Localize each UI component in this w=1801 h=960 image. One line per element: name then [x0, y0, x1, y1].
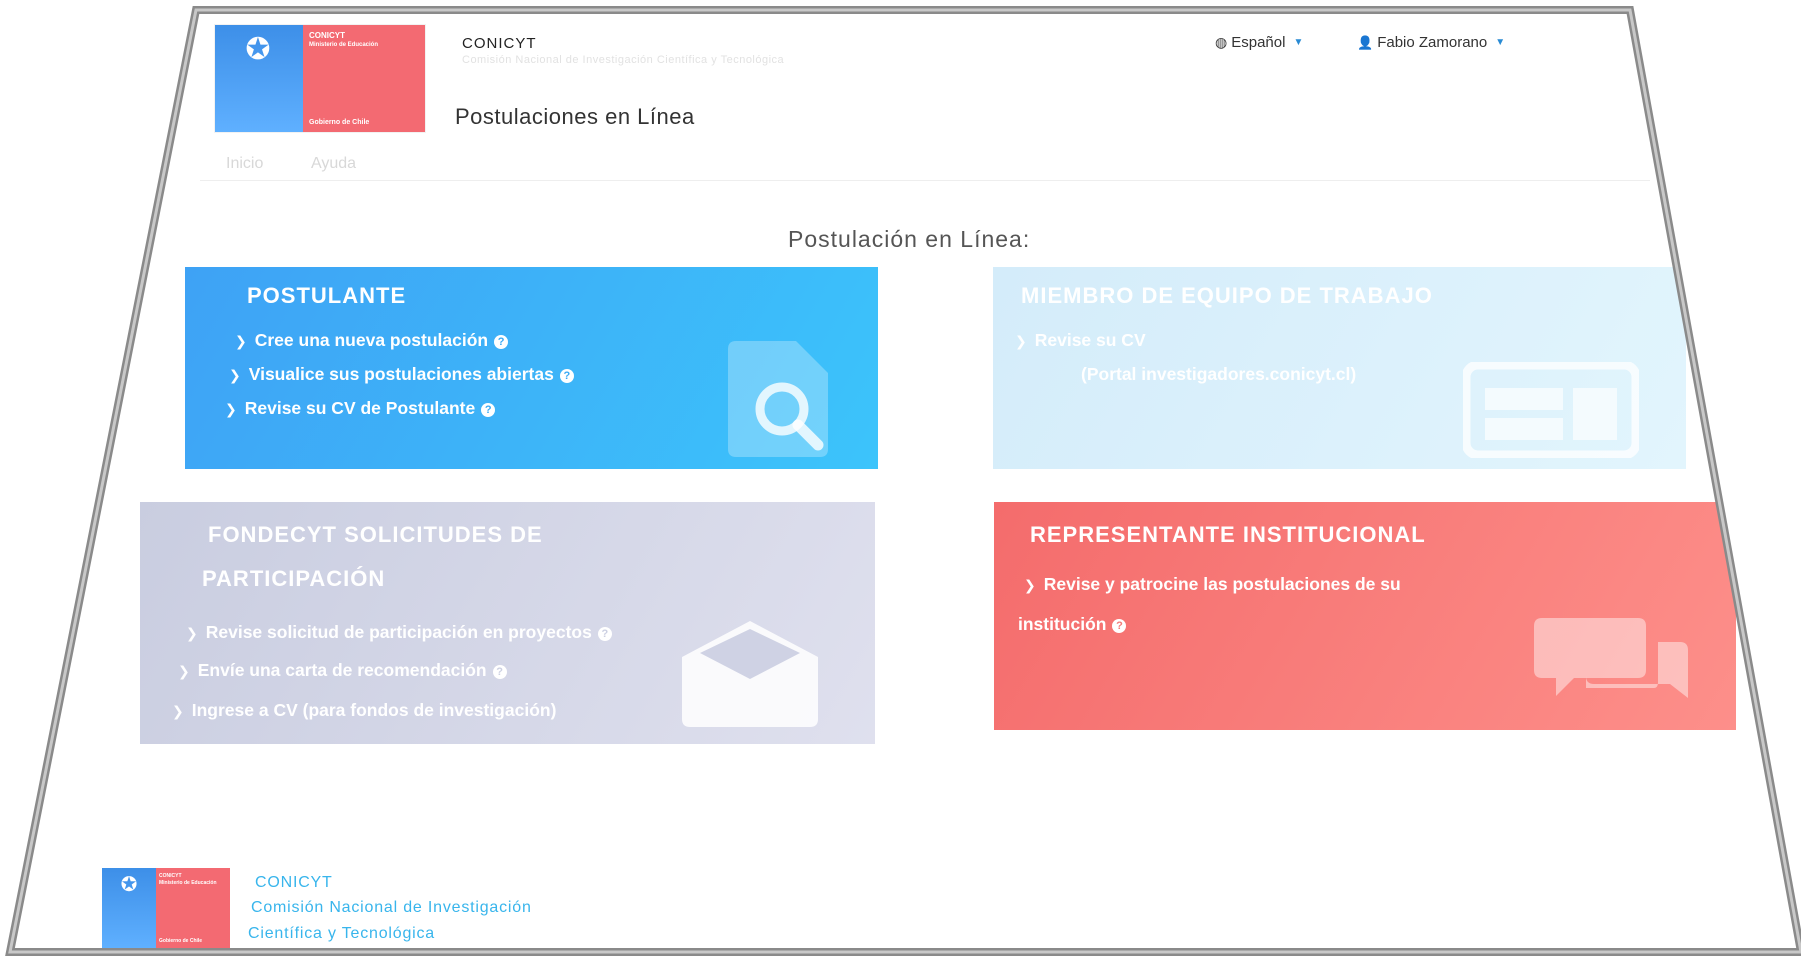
link-carta-recomendacion[interactable]: ❯ Envíe una carta de recomendación? [178, 660, 507, 681]
link-portal-investigadores[interactable]: (Portal investigadores.conicyt.cl) [1081, 364, 1356, 385]
footer-brand: CONICYT [255, 874, 333, 891]
card-title-line-2: PARTICIPACIÓN [202, 566, 386, 591]
card-representante-institucional: REPRESENTANTE INSTITUCIONAL ❯ Revise y pa… [994, 502, 1736, 730]
card-postulante: POSTULANTE ❯ Cree una nueva postulación? … [185, 267, 878, 469]
footer-line-3: Científica y Tecnológica [248, 925, 435, 942]
link-postulaciones-abiertas[interactable]: ❯ Visualice sus postulaciones abiertas? [229, 364, 574, 385]
chevron-right-icon: ❯ [178, 663, 190, 679]
menu-item-ayuda[interactable]: Ayuda [311, 155, 356, 173]
help-icon[interactable]: ? [559, 369, 574, 383]
language-dropdown[interactable]: ◍ Español ▼ [1215, 34, 1303, 51]
logo-line-3: Gobierno de Chile [309, 119, 370, 126]
card-title: MIEMBRO DE EQUIPO DE TRABAJO [1021, 283, 1433, 308]
layout-panel-icon [1463, 362, 1639, 458]
menu-item-inicio[interactable]: Inicio [226, 155, 263, 173]
chevron-right-icon: ❯ [172, 703, 184, 719]
link-revise-cv[interactable]: ❯ Revise su CV [1015, 330, 1146, 351]
site-title: Postulaciones en Línea [455, 104, 695, 129]
chile-coat-of-arms-icon: ✪ [245, 33, 271, 66]
logo-line-1: CONICYT [309, 31, 345, 40]
link-patrocine-postulaciones[interactable]: ❯ Revise y patrocine las postulaciones de… [1024, 574, 1401, 595]
link-patrocine-postulaciones-cont[interactable]: institución? [1018, 614, 1127, 635]
document-search-icon [728, 341, 828, 457]
header-divider [200, 180, 1650, 181]
help-icon[interactable]: ? [492, 665, 507, 679]
page: ✪ CONICYT Ministerio de Educación Gobier… [0, 0, 1801, 960]
card-fondecyt: FONDECYT SOLICITUDES DE PARTICIPACIÓN ❯ R… [140, 502, 875, 744]
help-icon[interactable]: ? [494, 335, 509, 349]
chat-bubbles-icon [1534, 618, 1688, 698]
logo-line-2: Ministerio de Educación [309, 42, 379, 48]
footer-line-2: Comisión Nacional de Investigación [251, 899, 532, 916]
card-title-line-1: FONDECYT SOLICITUDES DE [208, 522, 543, 547]
chevron-right-icon: ❯ [225, 401, 237, 417]
help-icon[interactable]: ? [481, 403, 496, 417]
help-icon[interactable]: ? [1112, 619, 1127, 633]
footer-logo[interactable]: ✪ CONICYT Ministerio de Educación Gobier… [102, 868, 230, 948]
brand-subtitle: Comisión Nacional de Investigación Cient… [462, 54, 785, 66]
caret-down-icon: ▼ [1293, 37, 1304, 48]
envelope-open-icon [682, 621, 818, 727]
brand-name: CONICYT [462, 35, 537, 52]
user-icon: 👤 [1357, 34, 1374, 50]
chevron-right-icon: ❯ [1024, 577, 1036, 593]
language-label: Español [1231, 34, 1286, 51]
chevron-right-icon: ❯ [1015, 333, 1027, 349]
user-name: Fabio Zamorano [1377, 34, 1488, 51]
globe-icon: ◍ [1215, 34, 1228, 50]
conicyt-logo[interactable]: ✪ CONICYT Ministerio de Educación Gobier… [215, 25, 425, 132]
section-title: Postulación en Línea: [788, 226, 1031, 252]
link-ingrese-cv[interactable]: ❯ Ingrese a CV (para fondos de investigac… [172, 700, 556, 721]
link-nueva-postulacion[interactable]: ❯ Cree una nueva postulación? [235, 330, 509, 351]
link-solicitud-participacion[interactable]: ❯ Revise solicitud de participación en pr… [186, 622, 612, 643]
chevron-right-icon: ❯ [229, 367, 241, 383]
user-dropdown[interactable]: 👤 Fabio Zamorano ▼ [1357, 34, 1505, 51]
chevron-right-icon: ❯ [186, 625, 198, 641]
card-title: REPRESENTANTE INSTITUCIONAL [1030, 522, 1426, 547]
card-title: POSTULANTE [247, 283, 407, 308]
chile-coat-of-arms-icon: ✪ [102, 868, 156, 948]
help-icon[interactable]: ? [597, 627, 612, 641]
chevron-right-icon: ❯ [235, 333, 247, 349]
card-miembro-equipo: MIEMBRO DE EQUIPO DE TRABAJO ❯ Revise su … [993, 267, 1686, 469]
caret-down-icon: ▼ [1495, 37, 1506, 48]
link-cv-postulante[interactable]: ❯ Revise su CV de Postulante? [225, 398, 496, 419]
